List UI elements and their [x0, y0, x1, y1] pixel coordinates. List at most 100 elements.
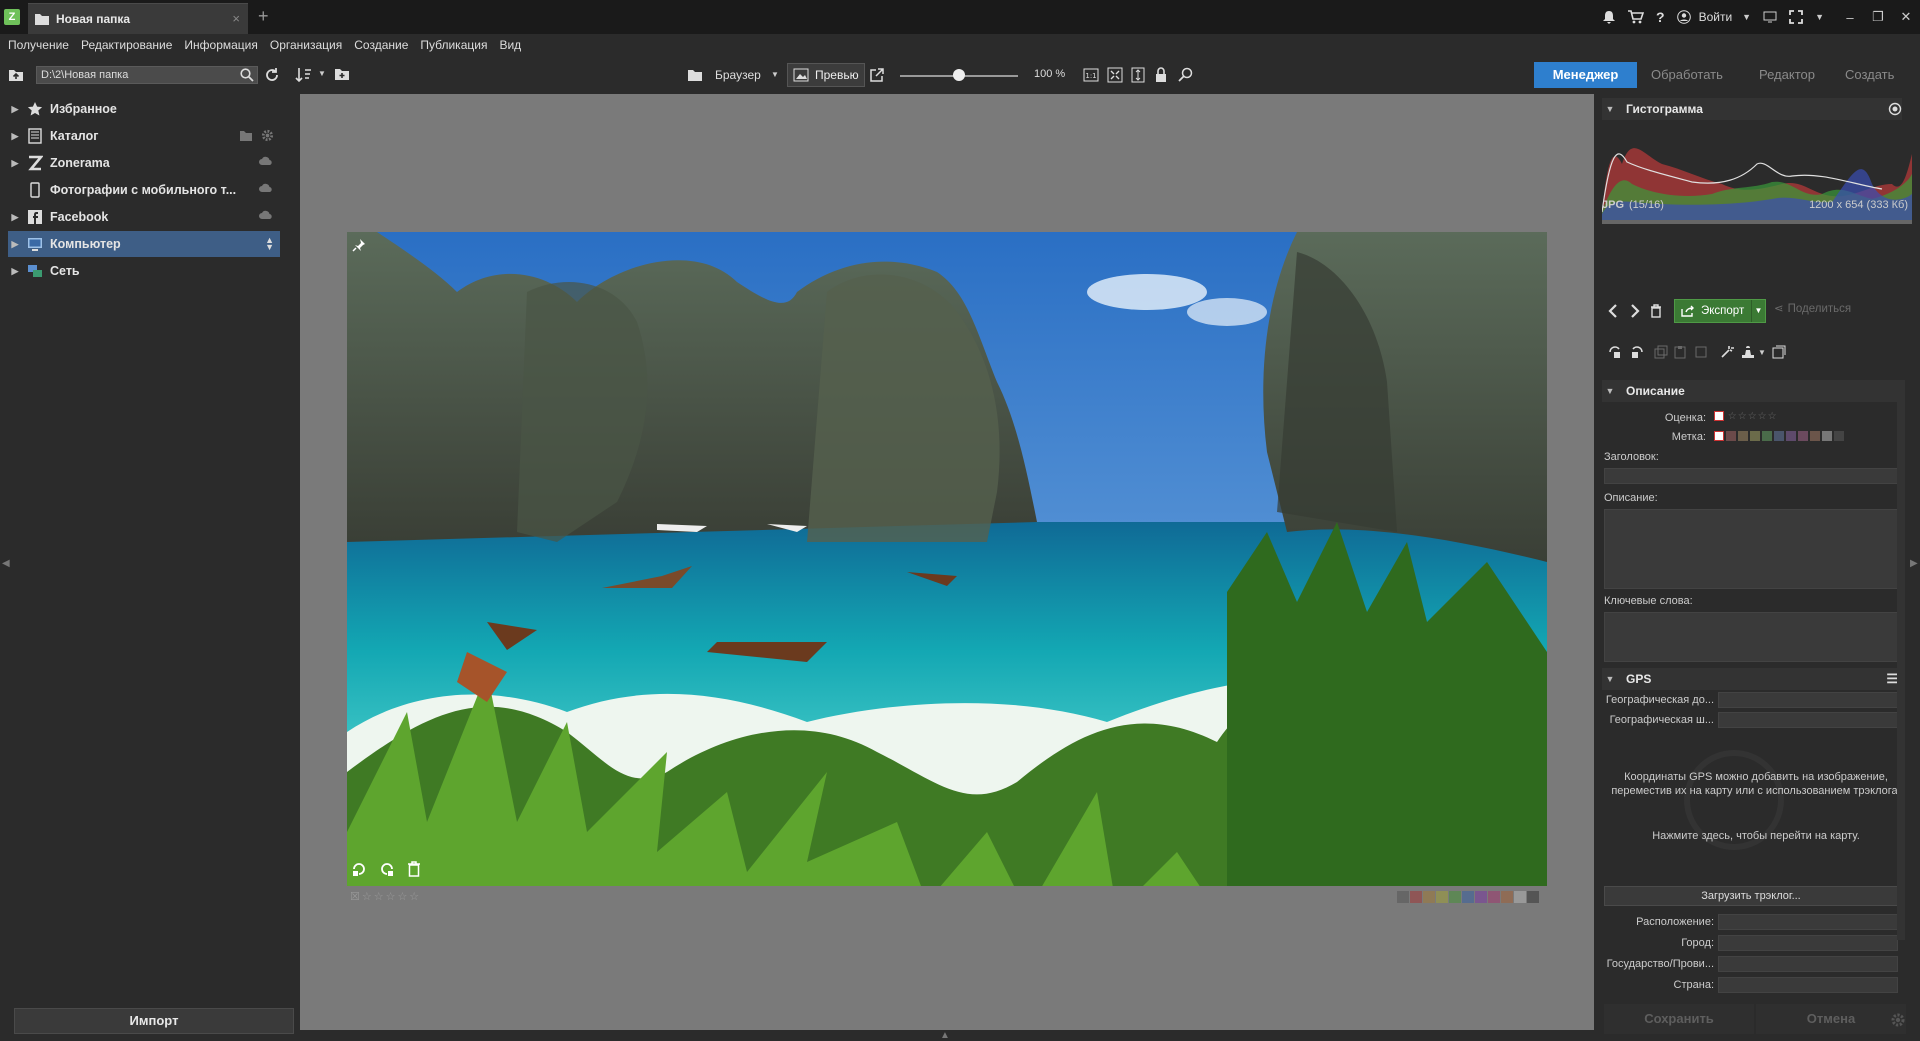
label-pink-swatch[interactable] [1488, 891, 1500, 903]
lock-icon[interactable] [1155, 67, 1167, 83]
label-brown-swatch[interactable] [1501, 891, 1513, 903]
collapse-left-panel-icon[interactable]: ◀ [2, 558, 10, 569]
bell-icon[interactable] [1602, 10, 1616, 24]
label-green-swatch[interactable] [1449, 891, 1461, 903]
chevron-down-icon[interactable]: ▼ [771, 70, 779, 79]
export-button[interactable]: Экспорт ▼ [1674, 299, 1766, 323]
settings-dot-icon[interactable] [1888, 102, 1902, 116]
rotate-right-icon[interactable] [379, 861, 395, 877]
label-black-swatch[interactable] [1527, 891, 1539, 903]
nav-item-facebook[interactable]: ▶ Facebook [8, 204, 280, 230]
fit-height-icon[interactable] [1131, 67, 1145, 83]
folder-add-icon[interactable] [239, 129, 253, 142]
histogram-header[interactable]: ▼ Гистограмма [1602, 98, 1902, 120]
latitude-field[interactable] [1718, 692, 1898, 708]
nav-item-favorites[interactable]: ▶ Избранное [8, 96, 280, 122]
help-icon[interactable]: ? [1656, 9, 1665, 25]
photo-color-labels[interactable] [1397, 891, 1540, 903]
share-button[interactable]: ⋖ Поделиться [1774, 301, 1851, 315]
chevron-down-icon[interactable]: ▼ [1751, 300, 1765, 322]
restore-button[interactable]: ❐ [1864, 4, 1892, 30]
fullscreen-icon[interactable] [1789, 10, 1803, 24]
close-tab-icon[interactable]: × [232, 11, 240, 26]
next-icon[interactable] [1630, 304, 1640, 318]
user-icon[interactable] [1676, 10, 1691, 24]
copy-icon[interactable] [1654, 345, 1668, 359]
menu-item-info[interactable]: Информация [184, 38, 257, 52]
chevron-down-icon[interactable]: ▼ [1758, 348, 1766, 357]
close-button[interactable]: ✕ [1892, 4, 1920, 30]
collapse-bottom-icon[interactable]: ▲ [940, 1030, 950, 1041]
rotate-right-icon[interactable] [1628, 345, 1644, 359]
reorder-icon[interactable]: ▲ ▼ [265, 236, 274, 252]
monitor-icon[interactable] [1763, 11, 1777, 23]
collapse-arrow-icon[interactable]: ▼ [1602, 386, 1618, 396]
refresh-icon[interactable] [264, 67, 280, 83]
label-none-swatch[interactable] [1397, 891, 1409, 903]
paste-icon[interactable] [1674, 345, 1688, 359]
heading-field[interactable] [1604, 468, 1898, 484]
color-label-picker[interactable] [1714, 431, 1844, 441]
rating-stars[interactable]: ☆☆☆☆☆ [1714, 411, 1778, 422]
expand-arrow-icon[interactable]: ▶ [8, 212, 22, 223]
expand-arrow-icon[interactable]: ▶ [8, 131, 22, 142]
browser-button[interactable]: Браузер [715, 68, 761, 82]
trash-icon[interactable] [1650, 304, 1662, 318]
preview-button[interactable]: Превью [787, 63, 865, 87]
tab-create[interactable]: Создать [1845, 62, 1894, 88]
fit-screen-icon[interactable] [1107, 67, 1123, 83]
zoom-tool-icon[interactable] [1177, 67, 1195, 83]
menu-item-organize[interactable]: Организация [270, 38, 342, 52]
tab-editor[interactable]: Редактор [1759, 62, 1815, 88]
collapse-right-panel-icon[interactable]: ▶ [1910, 558, 1918, 569]
gear-icon[interactable] [261, 129, 274, 142]
login-button[interactable]: Войти [1699, 10, 1733, 24]
cancel-button[interactable]: Отмена [1756, 1004, 1906, 1034]
external-open-icon[interactable] [870, 68, 884, 82]
label-purple-swatch[interactable] [1475, 891, 1487, 903]
gear-icon[interactable] [1890, 1012, 1906, 1028]
browser-folder-icon[interactable] [687, 68, 703, 82]
chevron-down-icon[interactable]: ▼ [1742, 12, 1751, 22]
tab-manager[interactable]: Менеджер [1534, 62, 1637, 88]
folder-add-icon[interactable] [334, 67, 350, 81]
nav-item-network[interactable]: ▶ Сеть [8, 258, 280, 284]
nav-item-mobile[interactable]: Фотографии с мобильного т... [8, 177, 280, 203]
load-track-button[interactable]: Загрузить трэклог... [1604, 886, 1898, 906]
save-button[interactable]: Сохранить [1604, 1004, 1754, 1034]
document-tab[interactable]: Новая папка × [28, 3, 248, 34]
nav-item-zonerama[interactable]: ▶ Zonerama [8, 150, 280, 176]
batch-icon[interactable] [1772, 345, 1786, 359]
chevron-down-icon[interactable]: ▼ [1815, 12, 1824, 22]
label-red-swatch[interactable] [1410, 891, 1422, 903]
nav-item-catalog[interactable]: ▶ Каталог [8, 123, 280, 149]
menu-item-publish[interactable]: Публикация [420, 38, 487, 52]
description-field[interactable] [1604, 509, 1898, 589]
stamp-icon[interactable] [1740, 345, 1756, 359]
chevron-down-icon[interactable]: ▼ [318, 69, 326, 78]
label-gray-swatch[interactable] [1514, 891, 1526, 903]
label-yellow-swatch[interactable] [1436, 891, 1448, 903]
gps-map-link[interactable]: Нажмите здесь, чтобы перейти на карту. [1602, 830, 1910, 842]
path-input[interactable] [36, 66, 258, 84]
right-panel-scrollbar[interactable] [1897, 380, 1905, 940]
label-orange-swatch[interactable] [1423, 891, 1435, 903]
state-field[interactable] [1718, 956, 1898, 972]
nav-item-computer[interactable]: ▶ Компьютер ▲ ▼ [8, 231, 280, 257]
zoom-slider-handle[interactable] [953, 69, 965, 81]
folder-up-icon[interactable] [8, 68, 24, 82]
new-tab-icon[interactable]: + [258, 6, 269, 27]
collapse-arrow-icon[interactable]: ▼ [1602, 104, 1618, 114]
minimize-button[interactable]: – [1836, 4, 1864, 30]
preview-photo[interactable] [347, 232, 1547, 886]
location-field[interactable] [1718, 914, 1898, 930]
duplicate-icon[interactable] [1694, 345, 1708, 359]
expand-arrow-icon[interactable]: ▶ [8, 239, 22, 250]
gps-header[interactable]: ▼ GPS ☰ [1602, 668, 1902, 690]
tab-process[interactable]: Обработать [1651, 62, 1723, 88]
menu-item-edit[interactable]: Редактирование [81, 38, 172, 52]
city-field[interactable] [1718, 935, 1898, 951]
label-blue-swatch[interactable] [1462, 891, 1474, 903]
actual-size-icon[interactable]: 1:1 [1083, 68, 1099, 82]
description-header[interactable]: ▼ Описание [1602, 380, 1902, 402]
